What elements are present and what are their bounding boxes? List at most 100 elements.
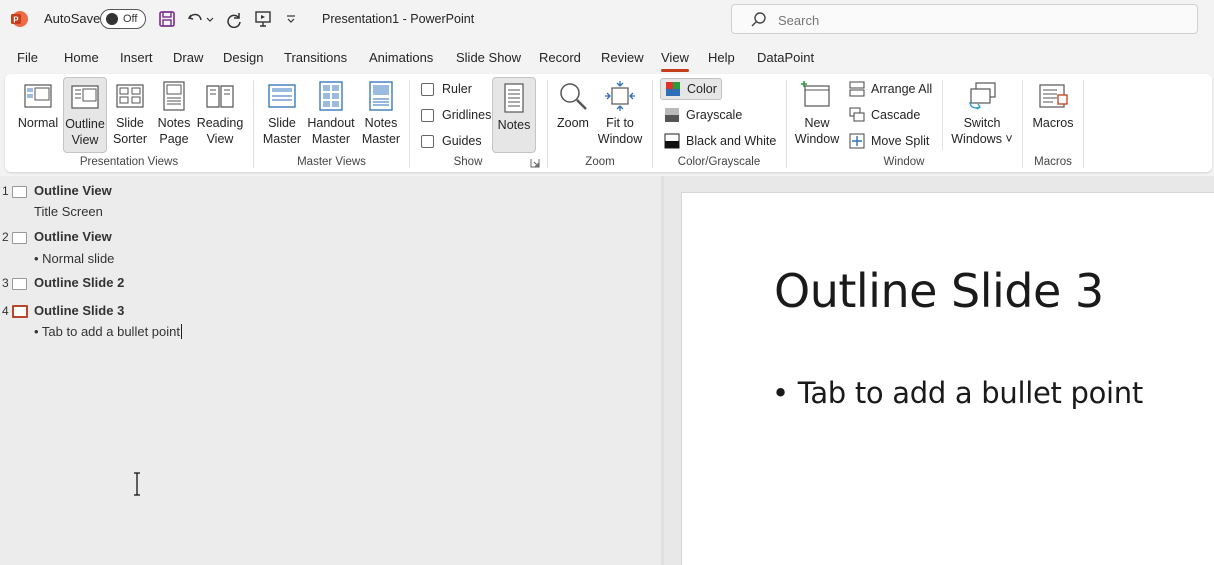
slide-master-icon: [268, 84, 296, 108]
outline-slide-body[interactable]: • Tab to add a bullet point: [34, 324, 180, 339]
guides-checkbox[interactable]: Guides: [421, 134, 482, 148]
ruler-checkbox[interactable]: Ruler: [421, 82, 472, 96]
switch-windows-icon: [969, 82, 996, 110]
title-bar: P AutoSave Off Presentation1 - PowerPoin…: [0, 0, 1214, 40]
search-box[interactable]: [731, 4, 1198, 34]
notes-master-label-2: Master: [361, 132, 401, 146]
guides-checkbox-box[interactable]: [421, 134, 434, 148]
zoom-icon: [560, 83, 587, 110]
tab-slide-show[interactable]: Slide Show: [456, 50, 521, 65]
sorter-label-2: Sorter: [112, 132, 148, 146]
switch-windows-button[interactable]: Switch Windows ˅: [949, 80, 1015, 147]
search-input[interactable]: [778, 10, 1178, 30]
outline-slide-title[interactable]: Outline Slide 2: [34, 275, 124, 290]
outline-slide-title[interactable]: Outline View: [34, 183, 112, 198]
macros-icon: [1039, 84, 1068, 108]
tab-home[interactable]: Home: [64, 50, 99, 65]
fit-to-window-icon: [605, 81, 635, 111]
reading-label-2: View: [206, 132, 234, 146]
show-dialog-launcher-icon[interactable]: [530, 158, 540, 168]
slide-thumbnail-icon[interactable]: [12, 186, 27, 198]
autosave-toggle[interactable]: Off: [100, 9, 146, 29]
slide-number: 1: [2, 184, 9, 198]
black-and-white-label: Black and White: [686, 134, 777, 148]
outline-slide-title[interactable]: Outline View: [34, 229, 112, 244]
slide-master-button[interactable]: Slide Master: [260, 80, 304, 147]
notes-master-button[interactable]: Notes Master: [359, 80, 403, 147]
notes-page-button[interactable]: Notes Page: [153, 80, 195, 147]
notes-master-label-1: Notes: [364, 116, 398, 130]
undo-icon[interactable]: [186, 10, 204, 28]
outline-slide-title[interactable]: Outline Slide 3: [34, 303, 124, 318]
tab-design[interactable]: Design: [223, 50, 263, 65]
grayscale-button[interactable]: Grayscale: [664, 107, 742, 123]
fit-to-window-button[interactable]: Fit to Window: [596, 80, 644, 147]
gridlines-checkbox-box[interactable]: [421, 108, 434, 122]
handout-master-button[interactable]: Handout Master: [305, 80, 357, 147]
tab-transitions[interactable]: Transitions: [284, 50, 347, 65]
slide-thumbnail-icon[interactable]: [12, 278, 27, 290]
slide-number: 4: [2, 304, 9, 318]
slide-thumbnail-icon[interactable]: [12, 232, 27, 244]
tab-datapoint[interactable]: DataPoint: [757, 50, 814, 65]
text-cursor-icon: [134, 472, 140, 496]
normal-view-icon: [24, 84, 52, 108]
grayscale-label: Grayscale: [686, 108, 743, 122]
slide-sorter-button[interactable]: Slide Sorter: [109, 80, 151, 147]
tab-file[interactable]: File: [17, 50, 38, 65]
toggle-knob: [106, 13, 118, 25]
new-window-label-1: New: [804, 116, 830, 130]
redo-icon[interactable]: [225, 10, 243, 28]
tab-help[interactable]: Help: [708, 50, 735, 65]
group-separator: [547, 80, 548, 168]
outline-slide-body[interactable]: • Normal slide: [34, 251, 114, 266]
tab-draw[interactable]: Draw: [173, 50, 203, 65]
tab-record[interactable]: Record: [539, 50, 581, 65]
tab-animations[interactable]: Animations: [369, 50, 433, 65]
slide-sorter-icon: [116, 84, 144, 108]
outline-view-icon: [71, 85, 99, 109]
reading-view-button[interactable]: Reading View: [196, 80, 244, 147]
outline-view-button[interactable]: Outline View: [63, 77, 107, 153]
color-label: Color: [687, 82, 717, 96]
color-button[interactable]: Color: [660, 78, 722, 100]
cascade-button[interactable]: Cascade: [849, 107, 920, 123]
undo-dropdown-icon[interactable]: [205, 10, 215, 28]
move-split-button[interactable]: Move Split: [849, 133, 929, 149]
outline-slide-body[interactable]: Title Screen: [34, 204, 103, 219]
grayscale-icon: [665, 108, 679, 122]
notes-toggle-button[interactable]: Notes: [492, 77, 536, 153]
autosave-state: Off: [123, 13, 138, 25]
present-from-beginning-icon[interactable]: [254, 10, 272, 28]
color-swatch-icon: [666, 82, 680, 96]
slide-bullet[interactable]: • Tab to add a bullet point: [772, 376, 1143, 410]
color-grayscale-group-label: Color/Grayscale: [677, 156, 761, 168]
tab-review[interactable]: Review: [601, 50, 644, 65]
customize-qat-icon[interactable]: [284, 10, 298, 28]
slide-title[interactable]: Outline Slide 3: [774, 264, 1104, 318]
zoom-button[interactable]: Zoom: [552, 80, 594, 131]
notes-page-label-1: Notes: [157, 116, 191, 130]
current-slide-thumbnail-icon[interactable]: [12, 305, 28, 318]
gridlines-checkbox[interactable]: Gridlines: [421, 108, 491, 122]
fit-label-1: Fit to: [606, 116, 634, 130]
slide-number: 3: [2, 276, 9, 290]
arrange-all-button[interactable]: Arrange All: [849, 81, 932, 97]
ruler-checkbox-box[interactable]: [421, 82, 434, 96]
new-window-button[interactable]: New Window: [793, 80, 841, 147]
tab-view[interactable]: View: [661, 50, 689, 65]
normal-view-button[interactable]: Normal: [14, 80, 62, 131]
switch-windows-label-2: Windows ˅: [951, 132, 1013, 146]
group-separator: [1022, 80, 1023, 168]
move-split-icon: [849, 133, 865, 149]
outline-current-line[interactable]: • Tab to add a bullet point: [34, 324, 182, 339]
save-icon[interactable]: [158, 10, 176, 28]
switch-windows-label-1: Switch: [963, 116, 1001, 130]
macros-button[interactable]: Macros: [1029, 80, 1077, 131]
slide-number: 2: [2, 230, 9, 244]
fit-label-2: Window: [597, 132, 643, 146]
black-and-white-button[interactable]: Black and White: [664, 133, 776, 149]
master-views-group-label: Master Views: [297, 156, 366, 168]
document-title: Presentation1 - PowerPoint: [322, 12, 475, 26]
tab-insert[interactable]: Insert: [120, 50, 153, 65]
